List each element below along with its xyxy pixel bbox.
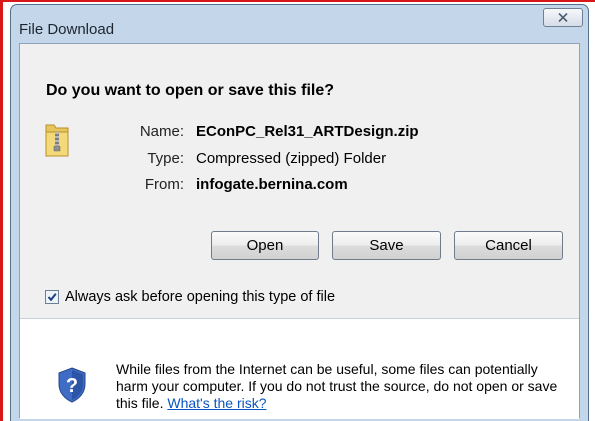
title-bar: File Download <box>11 5 588 43</box>
type-label: Type: <box>147 150 184 167</box>
from-label: From: <box>144 176 184 193</box>
save-button[interactable]: Save <box>332 231 441 260</box>
dialog-content: Do you want to open or save this file? N… <box>19 43 580 419</box>
warning-panel: ? While files from the Internet can be u… <box>20 318 579 419</box>
svg-text:?: ? <box>66 375 78 397</box>
red-border-top <box>0 0 595 2</box>
name-label: Name: <box>139 123 184 140</box>
question-heading: Do you want to open or save this file? <box>46 82 335 99</box>
file-download-dialog: File Download Do you want to open or sav… <box>10 4 589 421</box>
always-ask-checkbox[interactable] <box>45 290 59 304</box>
cancel-button[interactable]: Cancel <box>454 231 563 260</box>
security-shield-question-icon: ? <box>58 367 86 403</box>
open-button[interactable]: Open <box>211 231 319 260</box>
always-ask-label[interactable]: Always ask before opening this type of f… <box>65 289 335 305</box>
file-type-value: Compressed (zipped) Folder <box>196 150 387 167</box>
close-icon <box>558 13 568 22</box>
file-name-value: EConPC_Rel31_ARTDesign.zip <box>196 123 419 140</box>
red-border-left <box>0 0 3 421</box>
dialog-title: File Download <box>19 21 115 38</box>
warning-text-block: While files from the Internet can be use… <box>116 361 571 412</box>
whats-the-risk-link[interactable]: What's the risk? <box>167 395 266 411</box>
source-value: infogate.bernina.com <box>196 176 348 193</box>
close-button[interactable] <box>543 8 583 27</box>
checkmark-icon <box>47 293 57 302</box>
